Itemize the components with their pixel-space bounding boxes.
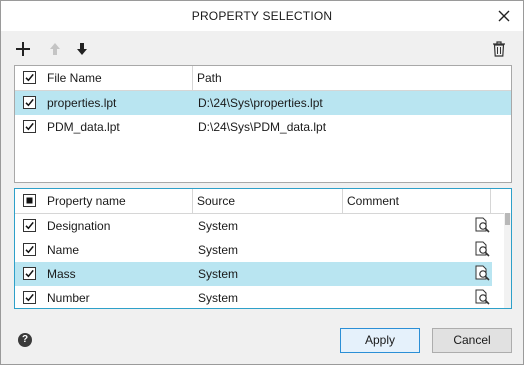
file-name: properties.lpt: [47, 96, 117, 110]
edit-comment-icon[interactable]: [473, 240, 491, 264]
file-row-checkbox[interactable]: [23, 96, 36, 109]
property-row-checkbox[interactable]: [23, 219, 36, 232]
properties-table-header: Property name Source Comment: [15, 189, 511, 214]
dialog-title: PROPERTY SELECTION: [191, 9, 333, 23]
select-all-files-checkbox[interactable]: [23, 71, 36, 84]
title-bar: PROPERTY SELECTION: [1, 1, 523, 31]
property-name: Designation: [47, 219, 111, 233]
edit-comment-icon[interactable]: [473, 288, 491, 307]
property-source: System: [198, 243, 239, 257]
property-row-checkbox[interactable]: [23, 267, 36, 280]
property-name: Number: [47, 291, 90, 305]
column-header-file-name[interactable]: File Name: [15, 66, 193, 90]
apply-button[interactable]: Apply: [340, 328, 420, 353]
column-header-source[interactable]: Source: [193, 189, 343, 213]
property-name-header-label: Property name: [47, 194, 126, 208]
property-source: System: [198, 267, 239, 281]
file-path: D:\24\Sys\PDM_data.lpt: [198, 120, 327, 134]
file-row[interactable]: PDM_data.lpt D:\24\Sys\PDM_data.lpt: [15, 115, 511, 139]
property-row-checkbox[interactable]: [23, 243, 36, 256]
properties-scrollbar[interactable]: [504, 213, 511, 308]
column-header-path[interactable]: Path: [193, 66, 511, 90]
property-selection-dialog: PROPERTY SELECTION File Name Path proper…: [0, 0, 524, 365]
toolbar: [1, 31, 523, 65]
file-name-header-label: File Name: [47, 71, 102, 85]
move-down-icon[interactable]: [72, 39, 92, 59]
files-table: File Name Path properties.lpt D:\24\Sys\…: [14, 65, 512, 183]
edit-comment-icon[interactable]: [473, 216, 491, 240]
edit-comment-icon[interactable]: [473, 264, 491, 288]
property-row[interactable]: Mass System: [15, 262, 492, 286]
cancel-button[interactable]: Cancel: [432, 328, 512, 353]
help-icon[interactable]: ?: [18, 333, 32, 347]
file-row-checkbox[interactable]: [23, 120, 36, 133]
property-row[interactable]: Number System: [15, 286, 504, 307]
file-name: PDM_data.lpt: [47, 120, 120, 134]
source-header-label: Source: [197, 194, 236, 208]
delete-icon[interactable]: [489, 39, 509, 59]
move-up-icon[interactable]: [45, 39, 65, 59]
property-row[interactable]: Name System: [15, 238, 504, 262]
properties-table: Property name Source Comment Designation…: [14, 188, 512, 309]
property-row-checkbox[interactable]: [23, 291, 36, 304]
property-source: System: [198, 219, 239, 233]
property-row[interactable]: Designation System: [15, 214, 504, 238]
file-path: D:\24\Sys\properties.lpt: [198, 96, 323, 110]
column-header-property-name[interactable]: Property name: [15, 189, 193, 213]
column-header-comment[interactable]: Comment: [343, 189, 491, 213]
add-icon[interactable]: [13, 39, 33, 59]
file-row[interactable]: properties.lpt D:\24\Sys\properties.lpt: [15, 91, 511, 115]
select-all-properties-checkbox[interactable]: [23, 194, 36, 207]
property-name: Name: [47, 243, 80, 257]
property-source: System: [198, 291, 239, 305]
files-table-header: File Name Path: [15, 66, 511, 91]
scrollbar-thumb[interactable]: [505, 213, 510, 225]
close-icon[interactable]: [493, 5, 515, 27]
path-header-label: Path: [197, 71, 222, 85]
property-name: Mass: [47, 267, 76, 281]
comment-header-label: Comment: [347, 194, 400, 208]
